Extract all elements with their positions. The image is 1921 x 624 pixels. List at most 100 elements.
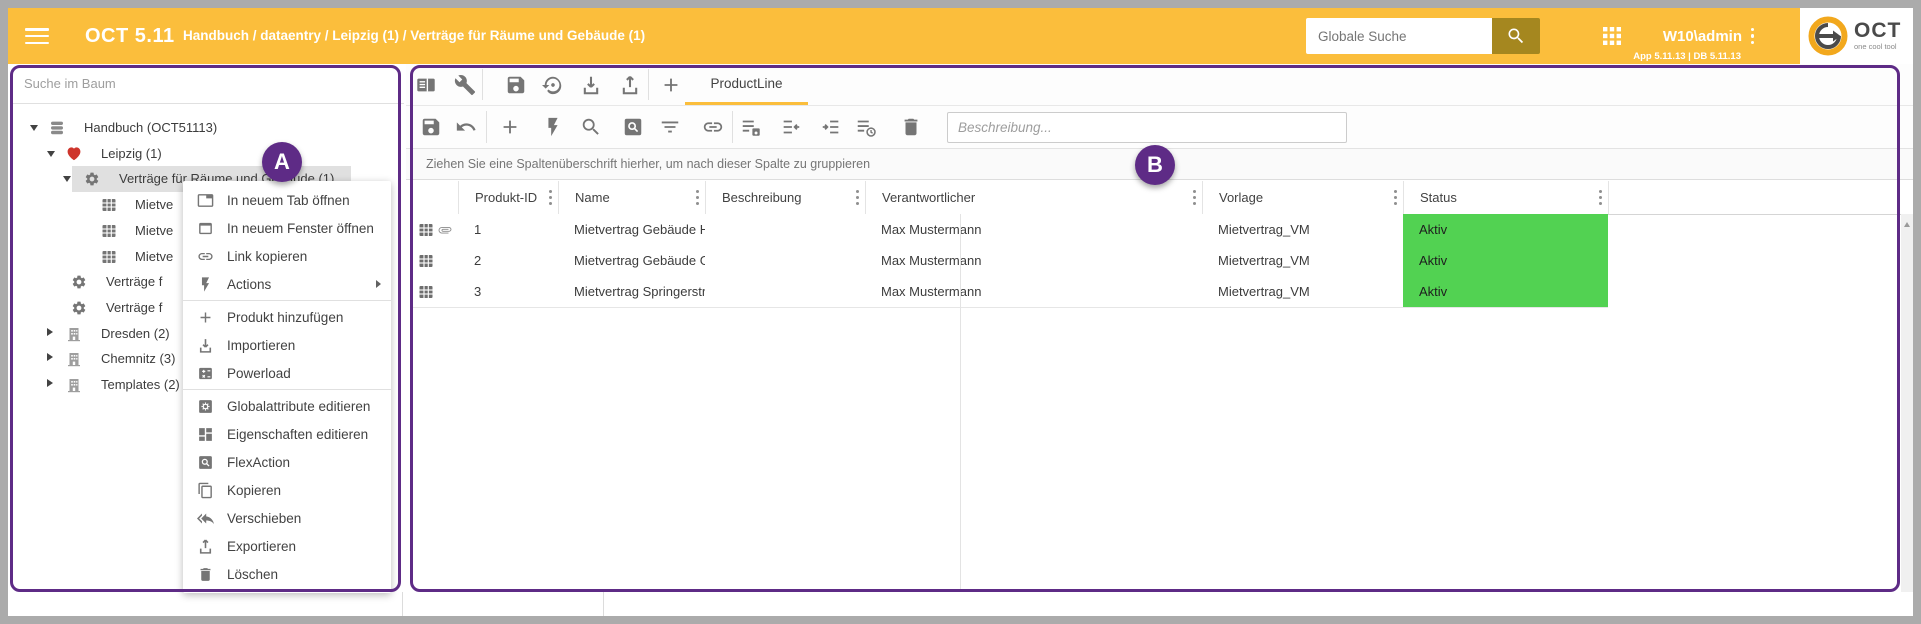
tab-productline[interactable]: ProductLine <box>685 64 808 105</box>
menu-item-powerload[interactable]: Powerload <box>183 359 391 387</box>
caret-down-icon[interactable] <box>30 125 38 131</box>
export-icon[interactable] <box>619 74 641 96</box>
move-icon <box>197 510 214 527</box>
save-layout-icon[interactable] <box>740 116 762 138</box>
cell-produkt-id: 3 <box>458 276 558 307</box>
add-tab-icon[interactable] <box>660 74 682 96</box>
filter-icon[interactable] <box>659 116 681 138</box>
menu-item-move[interactable]: Verschieben <box>183 504 391 532</box>
username: W10\admin <box>1663 28 1742 45</box>
cell-beschreibung <box>705 214 865 245</box>
search-square-icon <box>197 454 214 471</box>
actions-bolt-icon[interactable] <box>542 116 564 138</box>
trash-icon[interactable] <box>900 116 922 138</box>
header-vorlage[interactable]: Vorlage <box>1202 181 1403 214</box>
undo-icon[interactable] <box>455 116 477 138</box>
header-verantwortlicher[interactable]: Verantwortlicher <box>865 181 1202 214</box>
expand-columns-icon[interactable] <box>820 116 842 138</box>
add-row-icon[interactable] <box>499 116 521 138</box>
header-icon-column <box>410 181 458 214</box>
column-menu-icon[interactable] <box>1394 190 1398 205</box>
wrench-icon[interactable] <box>454 74 476 96</box>
menu-divider <box>183 300 391 301</box>
import-icon[interactable] <box>580 74 602 96</box>
breadcrumb[interactable]: Handbuch / dataentry / Leipzig (1) / Ver… <box>183 8 645 64</box>
heart-icon <box>66 146 82 162</box>
description-filter-input[interactable] <box>948 113 1346 142</box>
description-filter <box>947 112 1347 143</box>
cell-verantwortlicher: Max Mustermann <box>865 276 1202 307</box>
caret-right-icon[interactable] <box>47 353 53 361</box>
version-info: App 5.11.13 | DB 5.11.13 <box>1633 51 1741 62</box>
copy-icon <box>197 482 214 499</box>
caret-down-icon[interactable] <box>47 151 55 157</box>
cell-produkt-id: 1 <box>458 214 558 245</box>
menu-item-open-new-tab[interactable]: In neuem Tab öffnen <box>183 186 391 214</box>
search-button[interactable] <box>1492 18 1540 54</box>
header-status[interactable]: Status <box>1403 181 1608 214</box>
menu-item-edit-properties[interactable]: Eigenschaften editieren <box>183 420 391 448</box>
column-menu-icon[interactable] <box>1599 190 1603 205</box>
hamburger-menu-icon[interactable] <box>25 28 49 45</box>
user-kebab-icon[interactable] <box>1751 28 1755 44</box>
column-menu-icon[interactable] <box>1193 190 1197 205</box>
menu-item-open-new-window[interactable]: In neuem Fenster öffnen <box>183 214 391 242</box>
menu-item-delete[interactable]: Löschen <box>183 560 391 588</box>
history-layout-icon[interactable] <box>855 116 877 138</box>
trash-icon <box>197 566 214 583</box>
restore-icon[interactable] <box>542 74 564 96</box>
apps-grid-icon[interactable] <box>1603 27 1621 45</box>
menu-item-actions[interactable]: Actions <box>183 270 391 298</box>
status-badge: Aktiv <box>1403 245 1608 276</box>
menu-item-flexaction[interactable]: FlexAction <box>183 448 391 476</box>
global-search <box>1306 18 1540 54</box>
menu-item-copy-link[interactable]: Link kopieren <box>183 242 391 270</box>
logo: OCT one cool tool <box>1800 8 1913 64</box>
table-icon <box>418 253 434 269</box>
header-beschreibung[interactable]: Beschreibung <box>705 181 865 214</box>
cell-vorlage: Mietvertrag_VM <box>1202 276 1403 307</box>
tree-node-handbuch[interactable]: Handbuch (OCT51113) <box>10 115 404 141</box>
menu-item-edit-global-attributes[interactable]: Globalattribute editieren <box>183 392 391 420</box>
link-icon <box>197 248 214 265</box>
product-toolbar: ProductLine <box>406 64 1913 106</box>
powerload-icon <box>197 365 214 382</box>
table-icon <box>418 284 434 300</box>
save-icon[interactable] <box>505 74 527 96</box>
import-icon <box>197 337 214 354</box>
cell-name: Mietvertrag Gebäude Goethestr. 1 <box>558 245 705 276</box>
detail-view-icon[interactable] <box>415 74 437 96</box>
scroll-up-icon[interactable] <box>1904 222 1910 227</box>
link-icon[interactable] <box>702 116 724 138</box>
cell-beschreibung <box>705 276 865 307</box>
menu-item-export[interactable]: Exportieren <box>183 532 391 560</box>
menu-divider <box>183 389 391 390</box>
new-window-icon <box>197 220 214 237</box>
search-icon[interactable] <box>580 116 602 138</box>
column-menu-icon[interactable] <box>856 190 860 205</box>
context-menu: In neuem Tab öffnen In neuem Fenster öff… <box>183 181 391 593</box>
caret-right-icon[interactable] <box>47 328 53 336</box>
menu-item-copy[interactable]: Kopieren <box>183 476 391 504</box>
table-row[interactable]: 2 Mietvertrag Gebäude Goethestr. 1 Max M… <box>410 245 1608 277</box>
header-name[interactable]: Name <box>558 181 705 214</box>
tree-node-leipzig[interactable]: Leipzig (1) <box>10 141 404 167</box>
caret-down-icon[interactable] <box>63 176 71 182</box>
logo-subtext: one cool tool <box>1854 42 1901 51</box>
header-produkt-id[interactable]: Produkt-ID <box>458 181 558 214</box>
global-search-input[interactable] <box>1306 18 1492 54</box>
vertical-scrollbar[interactable] <box>1901 214 1913 592</box>
collapse-columns-icon[interactable] <box>780 116 802 138</box>
caret-right-icon[interactable] <box>47 379 53 387</box>
menu-item-add-product[interactable]: Produkt hinzufügen <box>183 303 391 331</box>
table-row[interactable]: 1 Mietvertrag Gebäude Hainstr. 9 Max Mus… <box>410 214 1608 246</box>
menu-item-import[interactable]: Importieren <box>183 331 391 359</box>
header-filler <box>1608 181 1913 214</box>
group-by-bar[interactable]: Ziehen Sie eine Spaltenüberschrift hierh… <box>406 149 1913 180</box>
column-menu-icon[interactable] <box>696 190 700 205</box>
table-row[interactable]: 3 Mietvertrag Springerstr. 3 Max Musterm… <box>410 276 1608 308</box>
column-menu-icon[interactable] <box>549 190 553 205</box>
save-icon[interactable] <box>420 116 442 138</box>
advanced-search-icon[interactable] <box>622 116 644 138</box>
tree-search[interactable]: Suche im Baum <box>10 64 404 104</box>
